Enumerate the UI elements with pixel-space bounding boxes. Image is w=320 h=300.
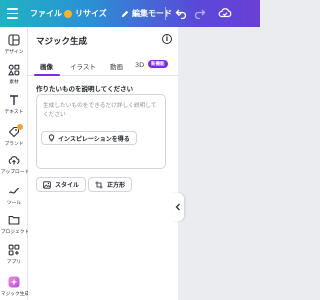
chevron-left-icon xyxy=(175,203,180,211)
panel-title: マジック生成 xyxy=(36,37,88,47)
rail-item-projects[interactable]: プロジェクト xyxy=(0,214,30,235)
aspect-ratio-button[interactable]: 正方形 xyxy=(88,177,133,192)
canvas-area[interactable] xyxy=(178,27,260,300)
style-button[interactable]: スタイル xyxy=(36,177,87,192)
rail-item-design[interactable]: デザイン xyxy=(0,34,28,55)
info-icon[interactable]: i xyxy=(162,34,172,44)
aspect-ratio-label: 正方形 xyxy=(107,182,126,189)
crown-icon xyxy=(64,9,72,18)
prompt-textarea[interactable]: 生成したいものをできるだけ詳しく説明してください インスピレーションを得る xyxy=(36,94,166,169)
edit-mode-label: 編集モード xyxy=(132,9,172,18)
rail-label: デザイン xyxy=(4,49,24,55)
lightbulb-icon xyxy=(48,134,55,142)
active-tab-indicator xyxy=(34,74,60,76)
generation-type-tabs: 画像 イラスト 動画 3D 新機能 xyxy=(28,60,178,76)
rail-item-magic-generate[interactable]: マジック生成 xyxy=(0,276,30,297)
notification-dot xyxy=(17,124,23,130)
layout-icon xyxy=(8,34,20,46)
crop-icon xyxy=(95,180,103,189)
undo-icon[interactable] xyxy=(175,7,187,19)
rail-label: 素材 xyxy=(9,79,19,85)
rail-label: ツール xyxy=(6,200,22,206)
tab-illustration[interactable]: イラスト xyxy=(70,61,96,71)
folder-icon xyxy=(8,215,20,225)
rail-item-elements[interactable]: 素材 xyxy=(0,64,28,85)
prompt-label: 作りたいものを説明してください xyxy=(36,85,134,93)
toolbar-divider xyxy=(165,7,166,20)
rail-label: マジック生成 xyxy=(0,291,30,297)
pencil-icon xyxy=(121,10,129,17)
resize-button[interactable]: リサイズ xyxy=(64,0,107,27)
tab-video[interactable]: 動画 xyxy=(110,61,123,71)
image-icon xyxy=(43,180,51,189)
top-toolbar: ファイル リサイズ 編集モード xyxy=(0,0,260,27)
tab-image[interactable]: 画像 xyxy=(40,61,53,71)
text-icon xyxy=(10,95,18,105)
cloud-save-icon[interactable] xyxy=(218,6,232,20)
rail-label: アプリ xyxy=(6,259,22,265)
rail-label: プロジェクト xyxy=(0,229,30,235)
elements-icon xyxy=(8,64,20,76)
menu-icon[interactable] xyxy=(7,8,18,19)
resize-label: リサイズ xyxy=(75,9,107,18)
rail-item-apps[interactable]: アプリ xyxy=(0,244,28,265)
new-feature-badge: 新機能 xyxy=(148,60,168,68)
rail-item-brand[interactable]: ブランド xyxy=(0,124,28,147)
apps-icon xyxy=(8,244,20,256)
redo-icon[interactable] xyxy=(194,7,206,19)
tab-3d[interactable]: 3D xyxy=(135,61,144,69)
rail-label: テキスト xyxy=(4,109,24,115)
collapse-panel-button[interactable] xyxy=(172,193,184,221)
file-menu-button[interactable]: ファイル xyxy=(30,0,62,27)
inspiration-label: インスピレーションを得る xyxy=(58,135,130,143)
rail-label: ブランド xyxy=(4,141,24,147)
draw-icon xyxy=(8,187,20,194)
side-navigation-rail: デザイン 素材 テキスト ブランド アップロード ツール プロジェクト アプリ … xyxy=(0,27,30,300)
inspiration-button[interactable]: インスピレーションを得る xyxy=(41,131,137,145)
magic-icon xyxy=(8,276,20,288)
rail-item-upload[interactable]: アップロード xyxy=(0,154,30,175)
upload-icon xyxy=(8,156,20,165)
rail-item-text[interactable]: テキスト xyxy=(0,94,28,115)
rail-label: アップロード xyxy=(0,169,30,175)
rail-item-tools[interactable]: ツール xyxy=(0,185,28,206)
prompt-placeholder: 生成したいものをできるだけ詳しく説明してください xyxy=(43,103,157,118)
style-label: スタイル xyxy=(55,182,80,189)
magic-generate-panel: マジック生成 i 画像 イラスト 動画 3D 新機能 作りたいものを説明してくだ… xyxy=(28,27,178,300)
